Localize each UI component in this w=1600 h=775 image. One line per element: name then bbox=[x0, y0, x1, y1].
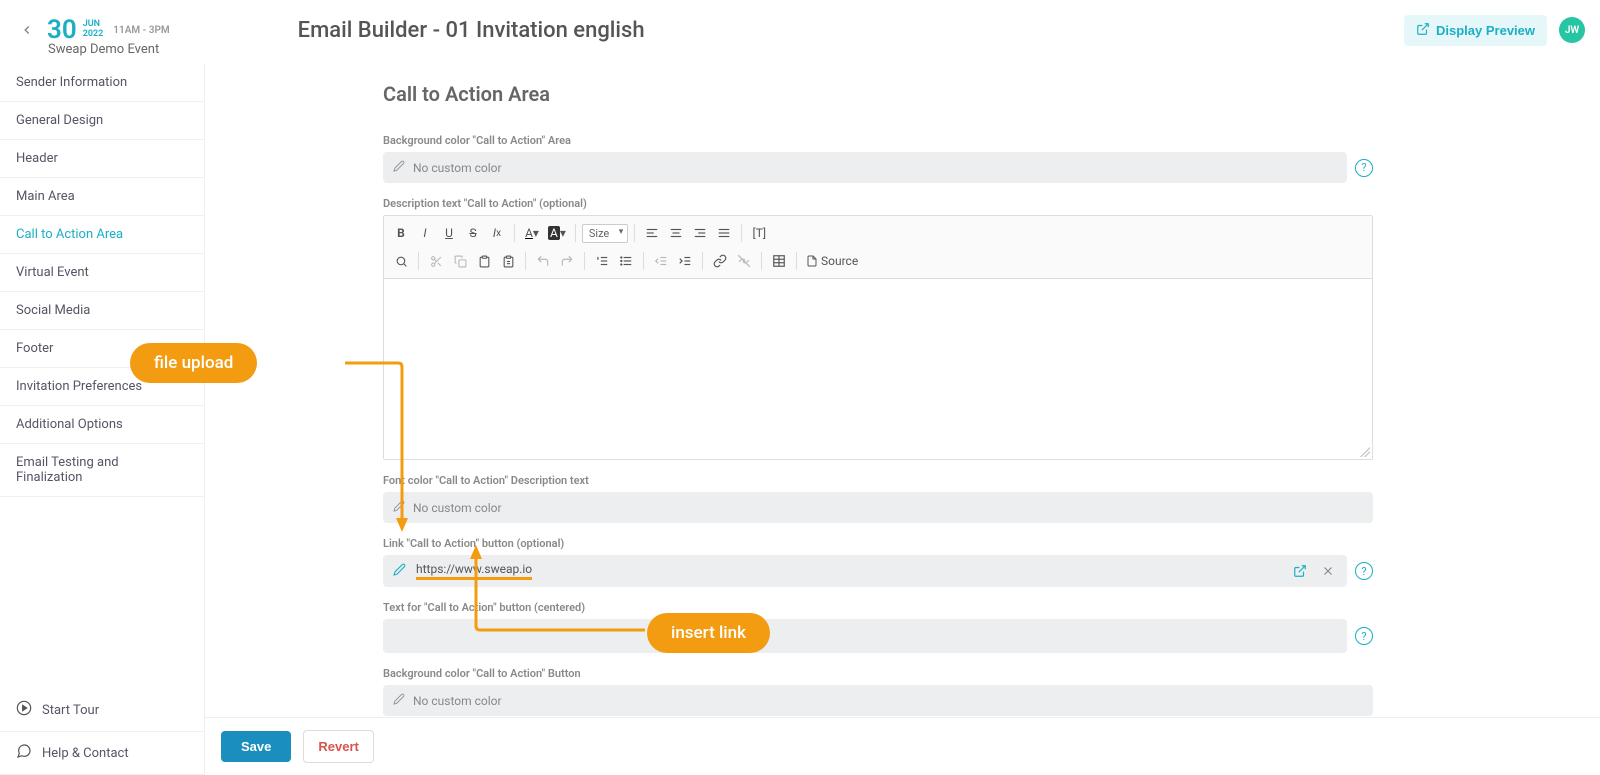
arrow-insert-link-icon bbox=[460, 542, 660, 637]
open-link-icon[interactable] bbox=[1291, 562, 1309, 580]
display-preview-label: Display Preview bbox=[1436, 23, 1535, 38]
arrow-file-upload-icon bbox=[340, 360, 420, 540]
bg-color-button-value: No custom color bbox=[413, 694, 502, 708]
align-right-button[interactable] bbox=[689, 222, 711, 244]
placeholder-button[interactable]: [T] bbox=[748, 222, 770, 244]
text-color-button[interactable]: A▾ bbox=[521, 222, 543, 244]
sidebar: Sender InformationGeneral DesignHeaderMa… bbox=[0, 64, 205, 775]
bg-color-field[interactable]: No custom color bbox=[383, 152, 1347, 183]
sidebar-item[interactable]: Email Testing and Finalization bbox=[0, 444, 204, 497]
underline-button[interactable]: U bbox=[438, 222, 460, 244]
find-button[interactable] bbox=[390, 250, 412, 272]
align-center-button[interactable] bbox=[665, 222, 687, 244]
header-right: Display Preview JW bbox=[1404, 15, 1585, 46]
sidebar-item[interactable]: Call to Action Area bbox=[0, 216, 204, 254]
start-tour-label: Start Tour bbox=[42, 703, 99, 718]
bg-color-group: Background color "Call to Action" Area N… bbox=[383, 134, 1373, 183]
numbered-list-button[interactable] bbox=[591, 250, 613, 272]
sidebar-item[interactable]: Header bbox=[0, 140, 204, 178]
font-color-desc-group: Font color "Call to Action" Description … bbox=[383, 474, 1373, 523]
page-title: Email Builder - 01 Invitation english bbox=[298, 18, 645, 43]
align-justify-button[interactable] bbox=[713, 222, 735, 244]
date-day: 30 bbox=[47, 15, 77, 45]
link-button[interactable] bbox=[709, 250, 731, 272]
edit-icon[interactable] bbox=[393, 563, 406, 579]
font-color-desc-value: No custom color bbox=[413, 501, 502, 515]
footer-bar: Save Revert bbox=[205, 717, 1600, 775]
pencil-icon bbox=[393, 693, 405, 708]
sidebar-item[interactable]: Main Area bbox=[0, 178, 204, 216]
back-button[interactable] bbox=[15, 18, 39, 42]
bg-color-button-field[interactable]: No custom color bbox=[383, 685, 1373, 716]
copy-button[interactable] bbox=[449, 250, 471, 272]
redo-button[interactable] bbox=[556, 250, 578, 272]
bg-color-button-group: Background color "Call to Action" Button… bbox=[383, 667, 1373, 716]
paste-button[interactable] bbox=[473, 250, 495, 272]
bold-button[interactable]: B bbox=[390, 222, 412, 244]
annotation-file-upload: file upload bbox=[130, 343, 257, 383]
event-name: Sweap Demo Event bbox=[48, 42, 159, 57]
help-icon[interactable]: ? bbox=[1355, 159, 1373, 177]
paste-text-button[interactable] bbox=[497, 250, 519, 272]
external-link-icon bbox=[1416, 22, 1430, 39]
bg-color-button[interactable]: A▾ bbox=[545, 222, 569, 244]
remove-format-button[interactable]: Ix bbox=[486, 222, 508, 244]
bg-color-value: No custom color bbox=[413, 161, 502, 175]
bg-color-button-label: Background color "Call to Action" Button bbox=[383, 667, 1373, 680]
editor-textarea[interactable] bbox=[384, 279, 1372, 459]
sidebar-item[interactable]: Sender Information bbox=[0, 64, 204, 102]
sidebar-item[interactable]: Virtual Event bbox=[0, 254, 204, 292]
sidebar-item[interactable]: Social Media bbox=[0, 292, 204, 330]
event-date: 30 JUN 2022 11AM - 3PM bbox=[47, 15, 170, 45]
rich-text-editor: B I U S Ix A▾ A▾ Size [T] bbox=[383, 215, 1373, 460]
sidebar-item[interactable]: Additional Options bbox=[0, 406, 204, 444]
save-button[interactable]: Save bbox=[221, 731, 291, 762]
play-icon bbox=[16, 700, 32, 720]
strikethrough-button[interactable]: S bbox=[462, 222, 484, 244]
start-tour-button[interactable]: Start Tour bbox=[0, 689, 204, 732]
help-icon[interactable]: ? bbox=[1355, 562, 1373, 580]
chat-icon bbox=[16, 743, 32, 763]
unlink-button[interactable] bbox=[733, 250, 755, 272]
bullet-list-button[interactable] bbox=[615, 250, 637, 272]
font-color-desc-field[interactable]: No custom color bbox=[383, 492, 1373, 523]
font-color-desc-label: Font color "Call to Action" Description … bbox=[383, 474, 1373, 487]
display-preview-button[interactable]: Display Preview bbox=[1404, 15, 1547, 46]
help-icon[interactable]: ? bbox=[1355, 627, 1373, 645]
undo-button[interactable] bbox=[532, 250, 554, 272]
avatar[interactable]: JW bbox=[1559, 17, 1585, 43]
header-left: 30 JUN 2022 11AM - 3PM Email Builder - 0… bbox=[15, 15, 645, 45]
date-year: 2022 bbox=[83, 30, 104, 40]
indent-button[interactable] bbox=[674, 250, 696, 272]
cut-button[interactable] bbox=[425, 250, 447, 272]
description-group: Description text "Call to Action" (optio… bbox=[383, 197, 1373, 460]
date-time: 11AM - 3PM bbox=[113, 25, 169, 36]
clear-link-icon[interactable] bbox=[1319, 562, 1337, 580]
align-left-button[interactable] bbox=[641, 222, 663, 244]
italic-button[interactable]: I bbox=[414, 222, 436, 244]
table-button[interactable] bbox=[768, 250, 790, 272]
editor-toolbar: B I U S Ix A▾ A▾ Size [T] bbox=[384, 216, 1372, 279]
annotation-insert-link: insert link bbox=[647, 613, 770, 653]
font-size-select[interactable]: Size bbox=[582, 224, 628, 243]
pencil-icon bbox=[393, 160, 405, 175]
revert-button[interactable]: Revert bbox=[303, 730, 373, 763]
desc-label: Description text "Call to Action" (optio… bbox=[383, 197, 1373, 210]
help-contact-label: Help & Contact bbox=[42, 746, 129, 761]
section-title: Call to Action Area bbox=[383, 82, 1373, 106]
outdent-button[interactable] bbox=[650, 250, 672, 272]
help-contact-button[interactable]: Help & Contact bbox=[0, 732, 204, 775]
sidebar-item[interactable]: General Design bbox=[0, 102, 204, 140]
bg-color-label: Background color "Call to Action" Area bbox=[383, 134, 1373, 147]
source-button[interactable]: Source bbox=[803, 250, 861, 272]
